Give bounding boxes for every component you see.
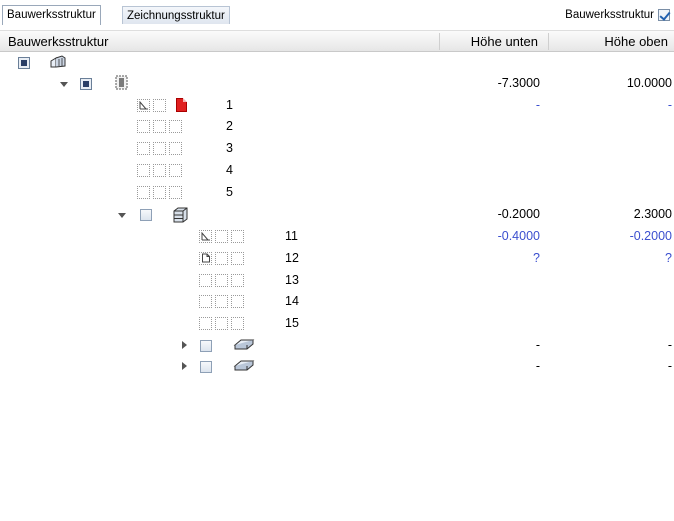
drawing-file-icon[interactable] xyxy=(176,98,187,112)
document-icon xyxy=(202,253,210,263)
layer-slot[interactable] xyxy=(199,274,212,287)
layer-row[interactable]: 11 -0.4000 -0.2000 xyxy=(0,226,674,247)
bauwerksstruktur-toggle[interactable]: Bauwerksstruktur xyxy=(565,7,671,23)
layer-row[interactable]: 3 xyxy=(0,138,674,159)
layer-slot[interactable] xyxy=(215,317,228,330)
hoehe-unten-value: - xyxy=(535,98,540,112)
layer-row[interactable]: 13 xyxy=(0,270,674,291)
tree-row-level-1[interactable]: -7.3000 10.0000 xyxy=(0,73,674,94)
selection-checkbox[interactable] xyxy=(200,361,212,373)
storey-icon xyxy=(173,207,188,223)
tree-row-building[interactable] xyxy=(0,52,674,73)
slab-icon xyxy=(233,360,255,371)
layer-number: 13 xyxy=(285,273,299,287)
selection-checkbox[interactable] xyxy=(200,340,212,352)
layer-slot[interactable] xyxy=(231,230,244,243)
hoehe-unten-value: -0.4000 xyxy=(497,229,540,243)
hoehe-oben-value: 2.3000 xyxy=(633,207,672,221)
layer-row[interactable]: 5 xyxy=(0,182,674,203)
layer-row[interactable]: 14 xyxy=(0,291,674,312)
hoehe-unten-value: - xyxy=(535,359,540,373)
building-icon xyxy=(50,55,66,68)
layer-row[interactable]: 2 xyxy=(0,116,674,137)
layer-row[interactable]: 4 xyxy=(0,160,674,181)
layer-number: 5 xyxy=(226,185,233,199)
toggle-checkbox[interactable] xyxy=(658,9,671,21)
hoehe-oben-value: ? xyxy=(665,251,672,265)
tree-row-level-2[interactable]: -0.2000 2.3000 xyxy=(0,204,674,225)
hoehe-unten-value: - xyxy=(535,338,540,352)
layer-slot[interactable] xyxy=(137,142,150,155)
hoehe-oben-value: - xyxy=(667,359,672,373)
layer-slot[interactable] xyxy=(137,120,150,133)
layer-slot[interactable] xyxy=(231,252,244,265)
layer-slot[interactable] xyxy=(169,164,182,177)
tab-bauwerksstruktur[interactable]: Bauwerksstruktur xyxy=(2,5,101,25)
selection-checkbox[interactable] xyxy=(140,209,152,221)
layer-slot[interactable] xyxy=(215,252,228,265)
tab-bar: Bauwerksstruktur Zeichnungsstruktur Bauw… xyxy=(0,0,674,30)
check-icon xyxy=(659,9,671,21)
hoehe-oben-value: - xyxy=(667,98,672,112)
layer-row[interactable]: 12 ? ? xyxy=(0,248,674,269)
column-header-hoehe-unten[interactable]: Höhe unten xyxy=(440,31,544,52)
tree-row-slab[interactable]: - - xyxy=(0,335,674,356)
hoehe-oben-value: -0.2000 xyxy=(629,229,672,243)
layer-slot[interactable] xyxy=(153,186,166,199)
layer-number: 3 xyxy=(226,141,233,155)
drawing-type-icon xyxy=(139,101,148,110)
layer-slot[interactable] xyxy=(169,186,182,199)
layer-number: 1 xyxy=(226,98,233,112)
layer-number: 12 xyxy=(285,251,299,265)
layer-slot[interactable] xyxy=(137,186,150,199)
layer-number: 11 xyxy=(285,229,298,243)
layer-number: 4 xyxy=(226,163,233,177)
tree-row-slab[interactable]: - - xyxy=(0,356,674,377)
drawing-type-icon xyxy=(201,232,210,241)
layer-number: 14 xyxy=(285,294,299,308)
expand-arrow-icon[interactable] xyxy=(182,362,187,370)
layer-row[interactable]: 15 xyxy=(0,313,674,334)
hoehe-unten-value: ? xyxy=(533,251,540,265)
toggle-label: Bauwerksstruktur xyxy=(565,9,654,21)
layer-slot[interactable] xyxy=(215,230,228,243)
layer-slot[interactable] xyxy=(199,295,212,308)
level-icon xyxy=(115,75,128,90)
hoehe-unten-value: -7.3000 xyxy=(497,76,540,90)
layer-slot[interactable] xyxy=(153,142,166,155)
layer-slot[interactable] xyxy=(231,317,244,330)
layer-slot[interactable] xyxy=(153,99,166,112)
layer-slot[interactable] xyxy=(153,164,166,177)
layer-row[interactable]: 1 - - xyxy=(0,95,674,116)
column-header: Bauwerksstruktur Höhe unten Höhe oben xyxy=(0,30,674,52)
expand-arrow-icon[interactable] xyxy=(60,82,68,87)
hoehe-oben-value: - xyxy=(667,338,672,352)
layer-slot[interactable] xyxy=(231,274,244,287)
column-header-hoehe-oben[interactable]: Höhe oben xyxy=(549,31,672,52)
tab-zeichnungsstruktur[interactable]: Zeichnungsstruktur xyxy=(122,6,230,24)
column-header-name[interactable]: Bauwerksstruktur xyxy=(8,31,108,52)
layer-number: 2 xyxy=(226,119,233,133)
hoehe-unten-value: -0.2000 xyxy=(497,207,540,221)
layer-slot[interactable] xyxy=(215,274,228,287)
layer-slot[interactable] xyxy=(231,295,244,308)
selection-checkbox[interactable] xyxy=(80,78,92,90)
hoehe-oben-value: 10.0000 xyxy=(626,76,672,90)
layer-slot[interactable] xyxy=(215,295,228,308)
expand-arrow-icon[interactable] xyxy=(118,213,126,218)
slab-icon xyxy=(233,339,255,350)
layer-slot[interactable] xyxy=(199,317,212,330)
selection-checkbox[interactable] xyxy=(18,57,30,69)
layer-slot[interactable] xyxy=(169,120,182,133)
layer-number: 15 xyxy=(285,316,299,330)
expand-arrow-icon[interactable] xyxy=(182,341,187,349)
layer-slot[interactable] xyxy=(153,120,166,133)
layer-slot[interactable] xyxy=(137,164,150,177)
layer-slot[interactable] xyxy=(169,142,182,155)
